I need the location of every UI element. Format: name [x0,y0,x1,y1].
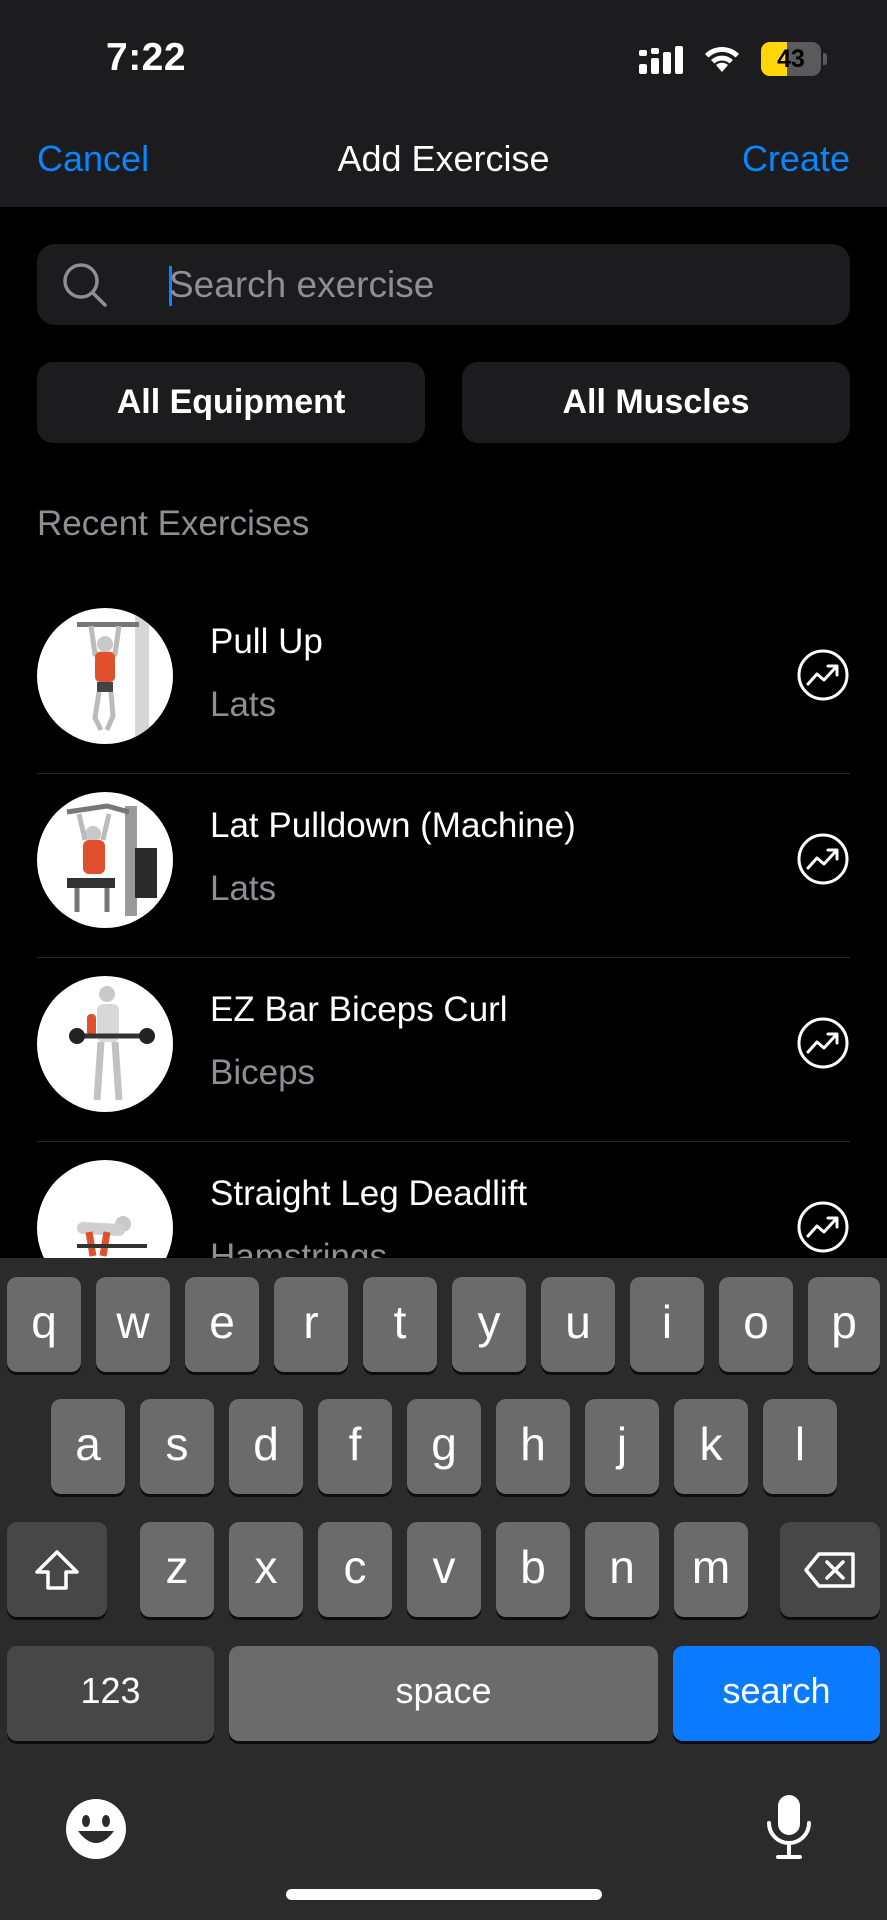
trend-chart-icon[interactable] [796,832,850,891]
emoji-icon[interactable] [64,1797,128,1866]
key-x[interactable]: x [229,1522,303,1617]
muscles-filter-button[interactable]: All Muscles [462,362,850,443]
wifi-icon [703,44,741,74]
create-button[interactable]: Create [742,138,850,180]
list-item[interactable]: EZ Bar Biceps Curl Biceps [0,958,887,1142]
key-p[interactable]: p [808,1277,880,1372]
home-indicator[interactable] [286,1889,602,1900]
key-j[interactable]: j [585,1399,659,1494]
keyboard: q w e r t y u i o p a s d f g h j k l z … [0,1258,887,1920]
search-key[interactable]: search [673,1646,880,1741]
key-q[interactable]: q [7,1277,81,1372]
trend-chart-icon[interactable] [796,1016,850,1075]
exercise-name: Pull Up [210,622,323,661]
key-h[interactable]: h [496,1399,570,1494]
search-icon [61,261,109,314]
key-d[interactable]: d [229,1399,303,1494]
key-r[interactable]: r [274,1277,348,1372]
key-l[interactable]: l [763,1399,837,1494]
exercise-muscle: Biceps [210,1053,316,1092]
key-o[interactable]: o [719,1277,793,1372]
key-n[interactable]: n [585,1522,659,1617]
key-k[interactable]: k [674,1399,748,1494]
exercise-name: EZ Bar Biceps Curl [210,990,508,1029]
search-bar[interactable] [37,244,850,325]
microphone-icon[interactable] [764,1793,814,1866]
exercise-name: Lat Pulldown (Machine) [210,806,576,845]
battery-level-text: 43 [777,45,805,73]
shift-key[interactable] [7,1522,107,1617]
exercise-muscle: Hamstrings [210,1237,387,1258]
equipment-filter-button[interactable]: All Equipment [37,362,425,443]
pull-up-icon [37,608,173,744]
search-input[interactable] [133,244,833,325]
backspace-icon [804,1551,855,1588]
shift-icon [35,1549,79,1590]
key-b[interactable]: b [496,1522,570,1617]
key-i[interactable]: i [630,1277,704,1372]
trend-chart-icon[interactable] [796,1200,850,1258]
key-s[interactable]: s [140,1399,214,1494]
recent-exercises-heading: Recent Exercises [37,504,310,543]
key-z[interactable]: z [140,1522,214,1617]
biceps-curl-icon [37,976,173,1112]
key-a[interactable]: a [51,1399,125,1494]
delete-key[interactable] [780,1522,880,1617]
key-t[interactable]: t [363,1277,437,1372]
exercise-name: Straight Leg Deadlift [210,1174,528,1213]
key-m[interactable]: m [674,1522,748,1617]
exercise-muscle: Lats [210,685,277,724]
space-key[interactable]: space [229,1646,658,1741]
trend-chart-icon[interactable] [796,648,850,707]
key-w[interactable]: w [96,1277,170,1372]
header: 7:22 43 Cancel Add Exercise Create [0,0,887,207]
exercise-muscle: Lats [210,869,277,908]
lat-pulldown-icon [37,792,173,928]
list-item[interactable]: Pull Up Lats [0,590,887,774]
status-icons: 43 [639,40,827,78]
exercise-list[interactable]: Pull Up Lats Lat Pulldown (Machine) Lats… [0,590,887,1258]
key-g[interactable]: g [407,1399,481,1494]
list-item[interactable]: Lat Pulldown (Machine) Lats [0,774,887,958]
key-u[interactable]: u [541,1277,615,1372]
status-time: 7:22 [106,36,187,79]
key-c[interactable]: c [318,1522,392,1617]
key-y[interactable]: y [452,1277,526,1372]
key-f[interactable]: f [318,1399,392,1494]
cellular-signal-icon [639,44,683,74]
numbers-key[interactable]: 123 [7,1646,214,1741]
key-v[interactable]: v [407,1522,481,1617]
list-item[interactable]: Straight Leg Deadlift Hamstrings [0,1142,887,1258]
key-e[interactable]: e [185,1277,259,1372]
deadlift-icon [37,1160,173,1258]
battery-icon: 43 [761,42,827,76]
